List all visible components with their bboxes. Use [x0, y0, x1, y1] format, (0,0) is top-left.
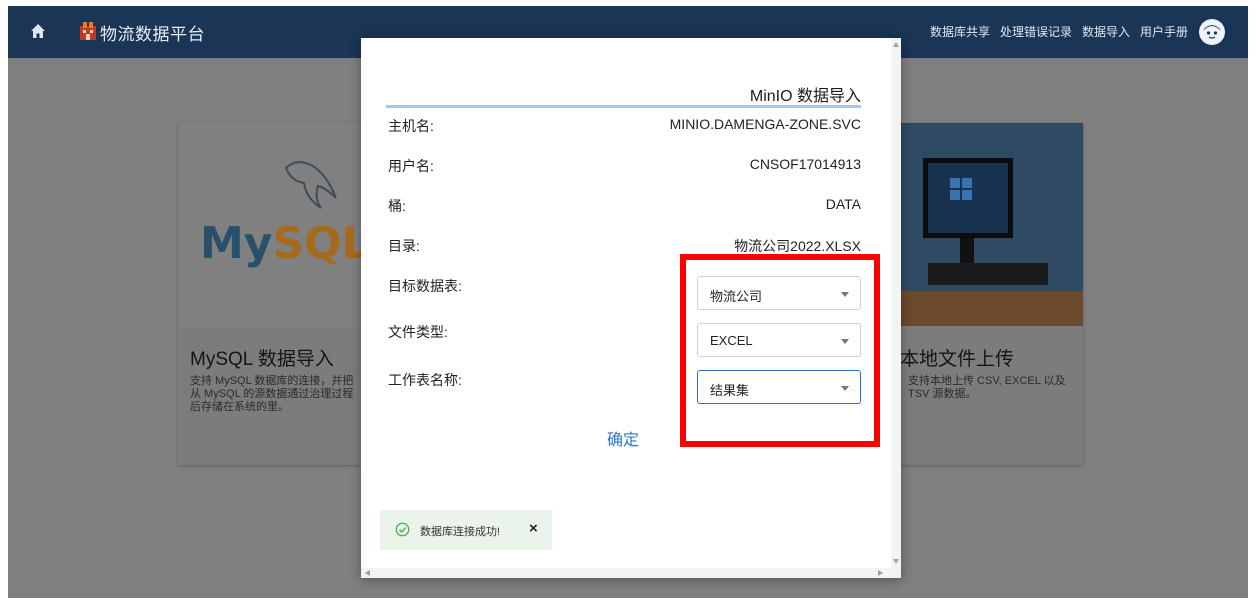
bucket-label: 桶:	[388, 198, 406, 214]
mysql-card-desc-2: 从 MySQL 的源数据通过治理过程	[190, 388, 354, 400]
mysql-logo-image: MySQL	[178, 123, 368, 328]
file-type-label: 文件类型:	[388, 324, 448, 340]
directory-value: 物流公司2022.XLSX	[734, 238, 861, 254]
top-nav-menu: 数据库共享 处理错误记录 数据导入 用户手册	[930, 23, 1188, 40]
local-card-desc-1: 支持本地上传 CSV, EXCEL 以及	[908, 375, 1066, 387]
home-icon[interactable]	[30, 23, 46, 39]
success-toast: 数据库连接成功! ×	[380, 510, 552, 550]
nav-item-error-log[interactable]: 处理错误记录	[1000, 23, 1072, 40]
horizontal-scrollbar[interactable]	[361, 568, 891, 578]
nav-item-db-share[interactable]: 数据库共享	[930, 23, 990, 40]
red-highlight-box	[680, 254, 880, 447]
target-table-label: 目标数据表:	[388, 278, 462, 294]
scroll-right-icon[interactable]	[878, 570, 883, 576]
mysql-card-desc-1: 支持 MySQL 数据库的连接，并把	[190, 375, 354, 387]
local-card-desc-2: TSV 源数据。	[908, 388, 977, 400]
nav-item-data-import[interactable]: 数据导入	[1082, 23, 1130, 40]
computer-image	[898, 123, 1083, 326]
mysql-logo: MySQL	[200, 218, 368, 269]
username-value: CNSOF17014913	[749, 156, 861, 172]
hostname-value: MINIO.DAMENGA-ZONE.SVC	[669, 116, 861, 132]
nav-item-user-manual[interactable]: 用户手册	[1140, 23, 1188, 40]
bucket-value: DATA	[825, 196, 861, 212]
local-card-title: 本地文件上传	[900, 349, 1015, 370]
minio-import-dialog: MinIO 数据导入 主机名: MINIO.DAMENGA-ZONE.SVC 用…	[361, 38, 901, 578]
check-circle-icon	[395, 522, 410, 537]
desktop-monitor-icon	[898, 123, 1083, 326]
local-upload-card[interactable]: 本地文件上传 支持本地上传 CSV, EXCEL 以及 TSV 源数据。	[898, 123, 1083, 465]
title-divider	[386, 105, 861, 108]
toast-close-icon[interactable]: ×	[529, 520, 538, 537]
mysql-card-desc-3: 后存储在系统的里。	[190, 401, 289, 413]
mysql-import-card[interactable]: MySQL MySQL 数据导入 支持 MySQL 数据库的连接，并把 从 My…	[178, 123, 368, 465]
hostname-label: 主机名:	[388, 118, 434, 134]
username-label: 用户名:	[388, 158, 434, 174]
app-title: 物流数据平台	[100, 25, 205, 44]
mysql-card-title: MySQL 数据导入	[190, 349, 334, 370]
vertical-scrollbar[interactable]	[891, 38, 901, 578]
confirm-button[interactable]: 确定	[607, 426, 639, 450]
directory-label: 目录:	[388, 238, 420, 254]
scroll-up-icon[interactable]	[893, 42, 899, 47]
scroll-left-icon[interactable]	[365, 570, 370, 576]
logo-icon	[80, 22, 96, 40]
dialog-title: MinIO 数据导入	[749, 88, 861, 105]
scroll-down-icon[interactable]	[893, 559, 899, 564]
user-avatar-icon[interactable]	[1199, 19, 1225, 45]
sheet-name-label: 工作表名称:	[388, 372, 462, 388]
toast-message: 数据库连接成功!	[420, 526, 501, 538]
dolphin-icon	[284, 161, 337, 209]
app-viewport: 物流数据平台 数据库共享 处理错误记录 数据导入 用户手册 MySQL MySQ…	[8, 6, 1248, 598]
